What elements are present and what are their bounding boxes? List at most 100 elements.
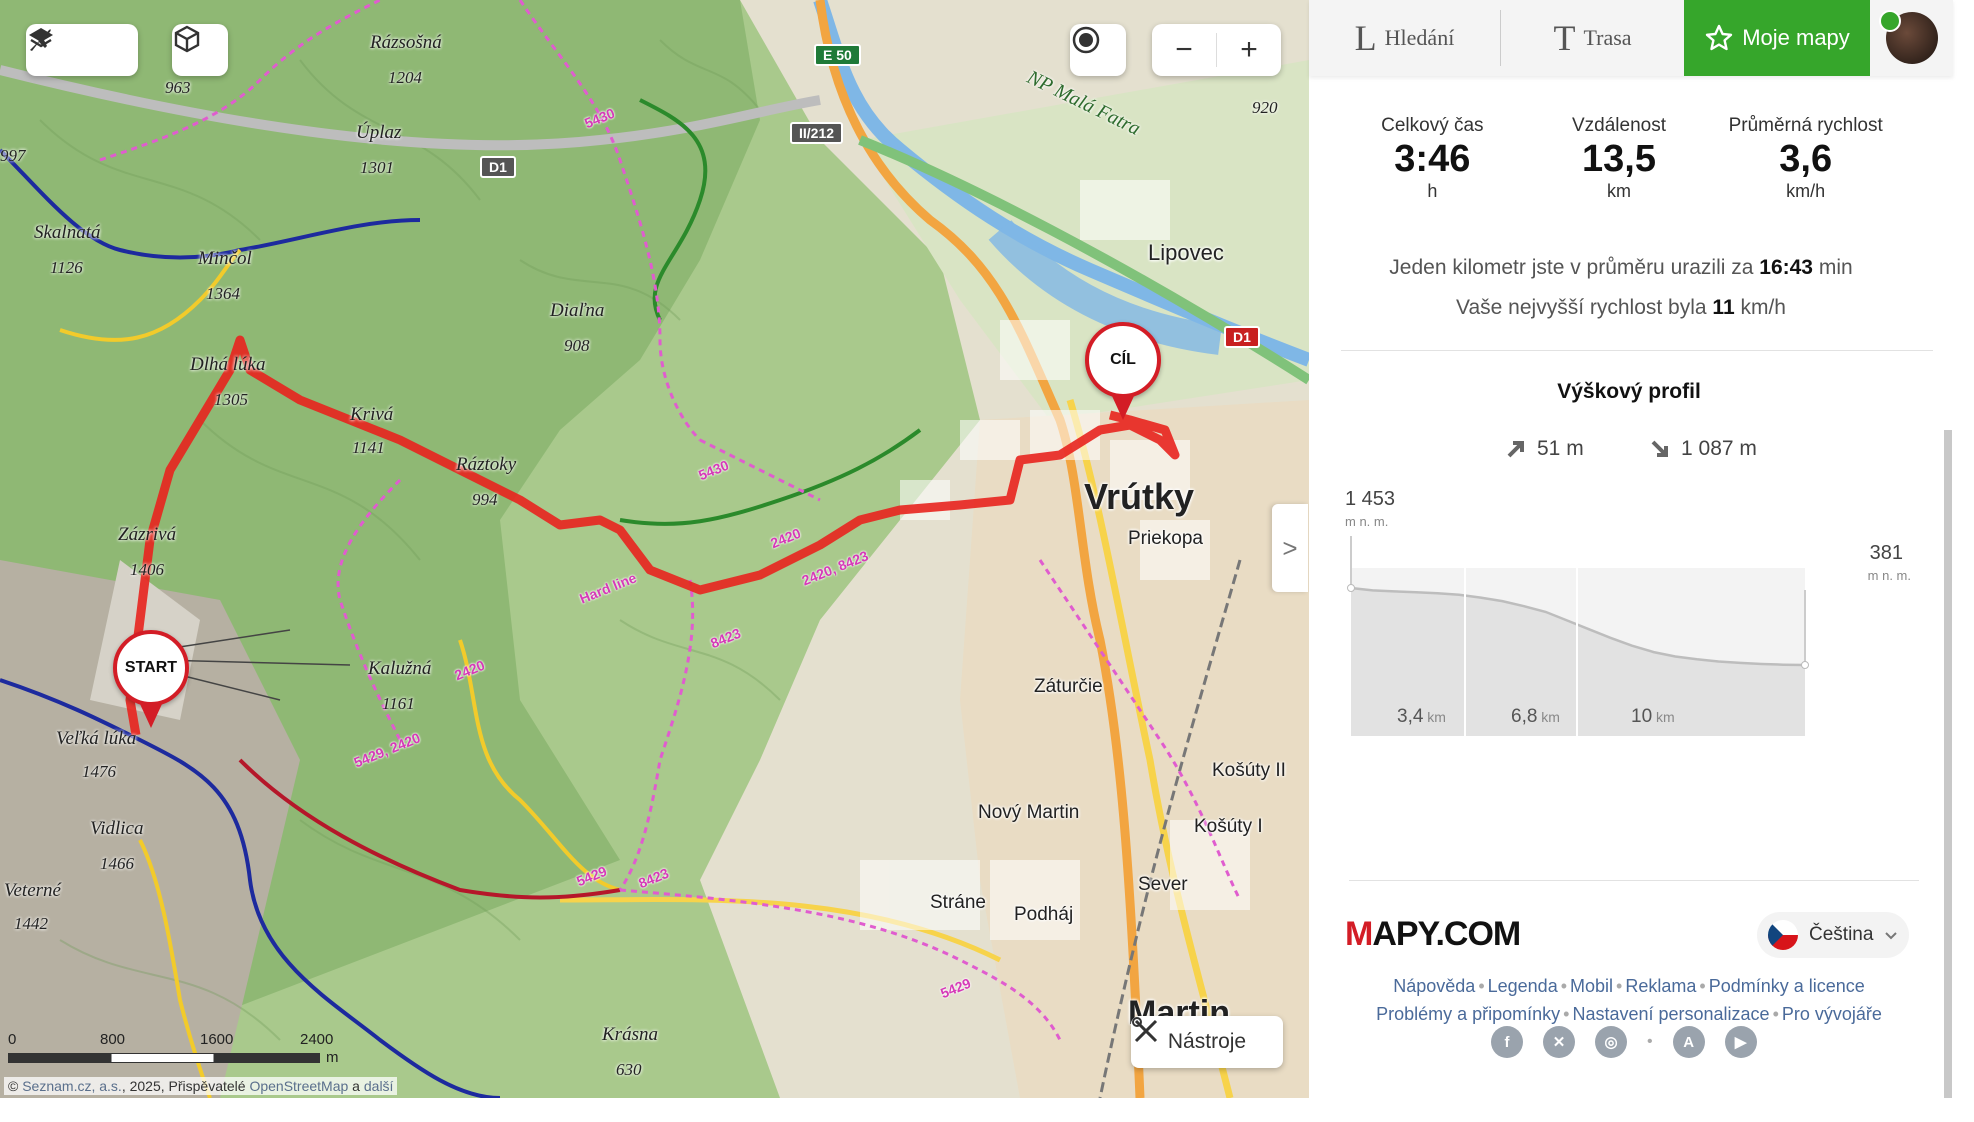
place-label: Veľká lúka [56, 728, 137, 749]
arrow-down-right-icon [1651, 440, 1668, 457]
pace-text: Jeden kilometr jste v průměru urazili za… [1339, 256, 1903, 280]
attribution-and: a [348, 1078, 364, 1094]
end-pin[interactable]: CÍL [1085, 322, 1161, 420]
profile-title: Výškový profil [1557, 380, 1701, 403]
place-label: 1466 [100, 854, 134, 873]
attribution-prefix: © [8, 1078, 23, 1094]
app-store-icon[interactable]: A [1672, 1026, 1705, 1058]
pace-suffix: min [1813, 256, 1853, 279]
3d-button[interactable] [172, 24, 228, 76]
place-label: 1364 [206, 284, 240, 303]
search-initial: L [1354, 18, 1377, 58]
panel-scrollbar[interactable] [1944, 430, 1952, 1098]
max-speed-prefix: Vaše nejvyšší rychlost byla [1456, 296, 1713, 319]
user-avatar[interactable] [1870, 0, 1953, 76]
premium-badge-icon [1879, 10, 1901, 32]
place-label: Diaľna [550, 300, 605, 321]
cube-icon [174, 25, 200, 53]
place-label: Zázrivá [118, 524, 177, 545]
link-separator: • [1699, 976, 1706, 996]
tab-my-maps[interactable]: Moje mapy [1684, 0, 1870, 76]
place-label: 963 [165, 78, 191, 97]
profile-start-point [1347, 584, 1355, 592]
map-canvas[interactable]: Rázsošná 1204 963 Úplaz 1301 Skalnatá 1126 Minč… [0, 0, 1309, 1098]
facebook-icon[interactable]: f [1491, 1026, 1523, 1058]
footer-link[interactable]: Podmínky a licence [1709, 976, 1865, 996]
zoom-in-button[interactable]: + [1217, 24, 1281, 76]
mapy-logo[interactable]: MAPY.COM [1345, 915, 1521, 954]
place-label: Dlhá lúka [190, 354, 266, 375]
town-label: Priekopa [1128, 528, 1203, 549]
stat-avg-speed: Průměrná rychlost 3,6 km/h [1712, 115, 1899, 202]
route-stats: Celkový čas 3:46 h Vzdálenost 13,5 km Pr… [1339, 115, 1899, 202]
place-label: Kalužná [368, 658, 432, 679]
top-tabs: L Hledání T Trasa Moje mapy [1309, 0, 1953, 76]
aerial-map-button[interactable] [30, 24, 138, 76]
town-label: Sever [1138, 874, 1188, 895]
town-label: Stráne [930, 892, 986, 913]
place-label: Minčol [198, 248, 252, 269]
language-select[interactable]: Čeština [1757, 912, 1909, 958]
collapse-panel-button[interactable]: > [1272, 504, 1308, 592]
place-label: 1204 [388, 68, 422, 87]
link-separator: • [1563, 1004, 1570, 1024]
footer-link[interactable]: Legenda [1488, 976, 1558, 996]
link-separator: • [1560, 976, 1568, 996]
footer-link[interactable]: Problémy a připomínky [1376, 1004, 1560, 1024]
footer-link[interactable]: Nápověda [1393, 976, 1475, 996]
arrow-up-right-icon [1507, 441, 1524, 458]
map-mode-controls [26, 24, 138, 76]
scale-unit: m [326, 1049, 339, 1066]
tab-route[interactable]: T Trasa [1501, 0, 1684, 76]
tick-value: 3,4 [1397, 706, 1424, 727]
tab-route-label: Trasa [1583, 25, 1632, 50]
link-separator: • [1616, 976, 1623, 996]
footer-link[interactable]: Reklama [1625, 976, 1696, 996]
tick-value: 10 [1631, 706, 1653, 727]
separator-dot: • [1647, 1033, 1653, 1050]
profile-x-tick: 6,8 km [1511, 706, 1560, 728]
chevron-down-icon [1885, 932, 1898, 940]
max-speed-text: Vaše nejvyšší rychlost byla 11 km/h [1339, 296, 1903, 320]
footer-link[interactable]: Nastavení personalizace [1572, 1004, 1769, 1024]
logo-text: APY.COM [1372, 915, 1521, 953]
instagram-icon[interactable]: ◎ [1595, 1026, 1627, 1058]
zoom-out-button[interactable]: − [1152, 24, 1216, 76]
max-speed-suffix: km/h [1734, 296, 1786, 319]
footer-link[interactable]: Mobil [1570, 976, 1613, 996]
scale-label-800: 800 [100, 1031, 126, 1048]
place-label: 908 [564, 336, 590, 355]
profile-chart [1347, 536, 1809, 736]
tab-search[interactable]: L Hledání [1309, 0, 1500, 76]
logo-initial: M [1345, 915, 1373, 953]
descent: 1 087 m [1649, 437, 1757, 461]
place-label: 1476 [82, 762, 116, 781]
pace-prefix: Jeden kilometr jste v průměru urazili za [1389, 256, 1760, 279]
footer-link[interactable]: Pro vývojáře [1782, 1004, 1882, 1024]
profile-x-tick: 3,4 km [1397, 706, 1446, 728]
start-pin[interactable]: START [113, 630, 189, 728]
tick-unit: km [1652, 709, 1675, 725]
elevation-profile[interactable]: 1 453 m n. m. 381 m n. m. 3,4 km 6,8 km 10… [1341, 488, 1927, 816]
place-label: 1406 [130, 560, 164, 579]
place-label: Ráztoky [456, 454, 517, 475]
attribution-osm-link[interactable]: OpenStreetMap [249, 1078, 348, 1094]
target-icon [1072, 26, 1100, 54]
ascent-value: 51 m [1537, 437, 1584, 460]
pace-value: 16:43 [1759, 256, 1813, 279]
footer-links-row1: Nápověda • Legenda • Mobil • Reklama • Podmínky … [1329, 972, 1929, 1000]
place-label: Rázsošná [370, 32, 442, 53]
town-label: Nový Martin [978, 802, 1080, 823]
road-shield: E 50 [814, 44, 861, 66]
place-label: 630 [616, 1060, 642, 1079]
attribution-more-link[interactable]: další [364, 1078, 394, 1094]
google-play-icon[interactable]: ▶ [1724, 1026, 1757, 1058]
scale-bar: 0 800 1600 2400 m [8, 1031, 339, 1066]
tools-button[interactable]: Nástroje [1131, 1016, 1283, 1068]
ascent: 51 m [1505, 437, 1584, 461]
stat-distance-value: 13,5 [1582, 138, 1656, 180]
3d-control [172, 24, 228, 76]
x-icon[interactable]: ✕ [1543, 1026, 1575, 1058]
locate-me-button[interactable] [1070, 24, 1126, 76]
attribution-seznam-link[interactable]: Seznam.cz, a.s. [22, 1078, 122, 1094]
